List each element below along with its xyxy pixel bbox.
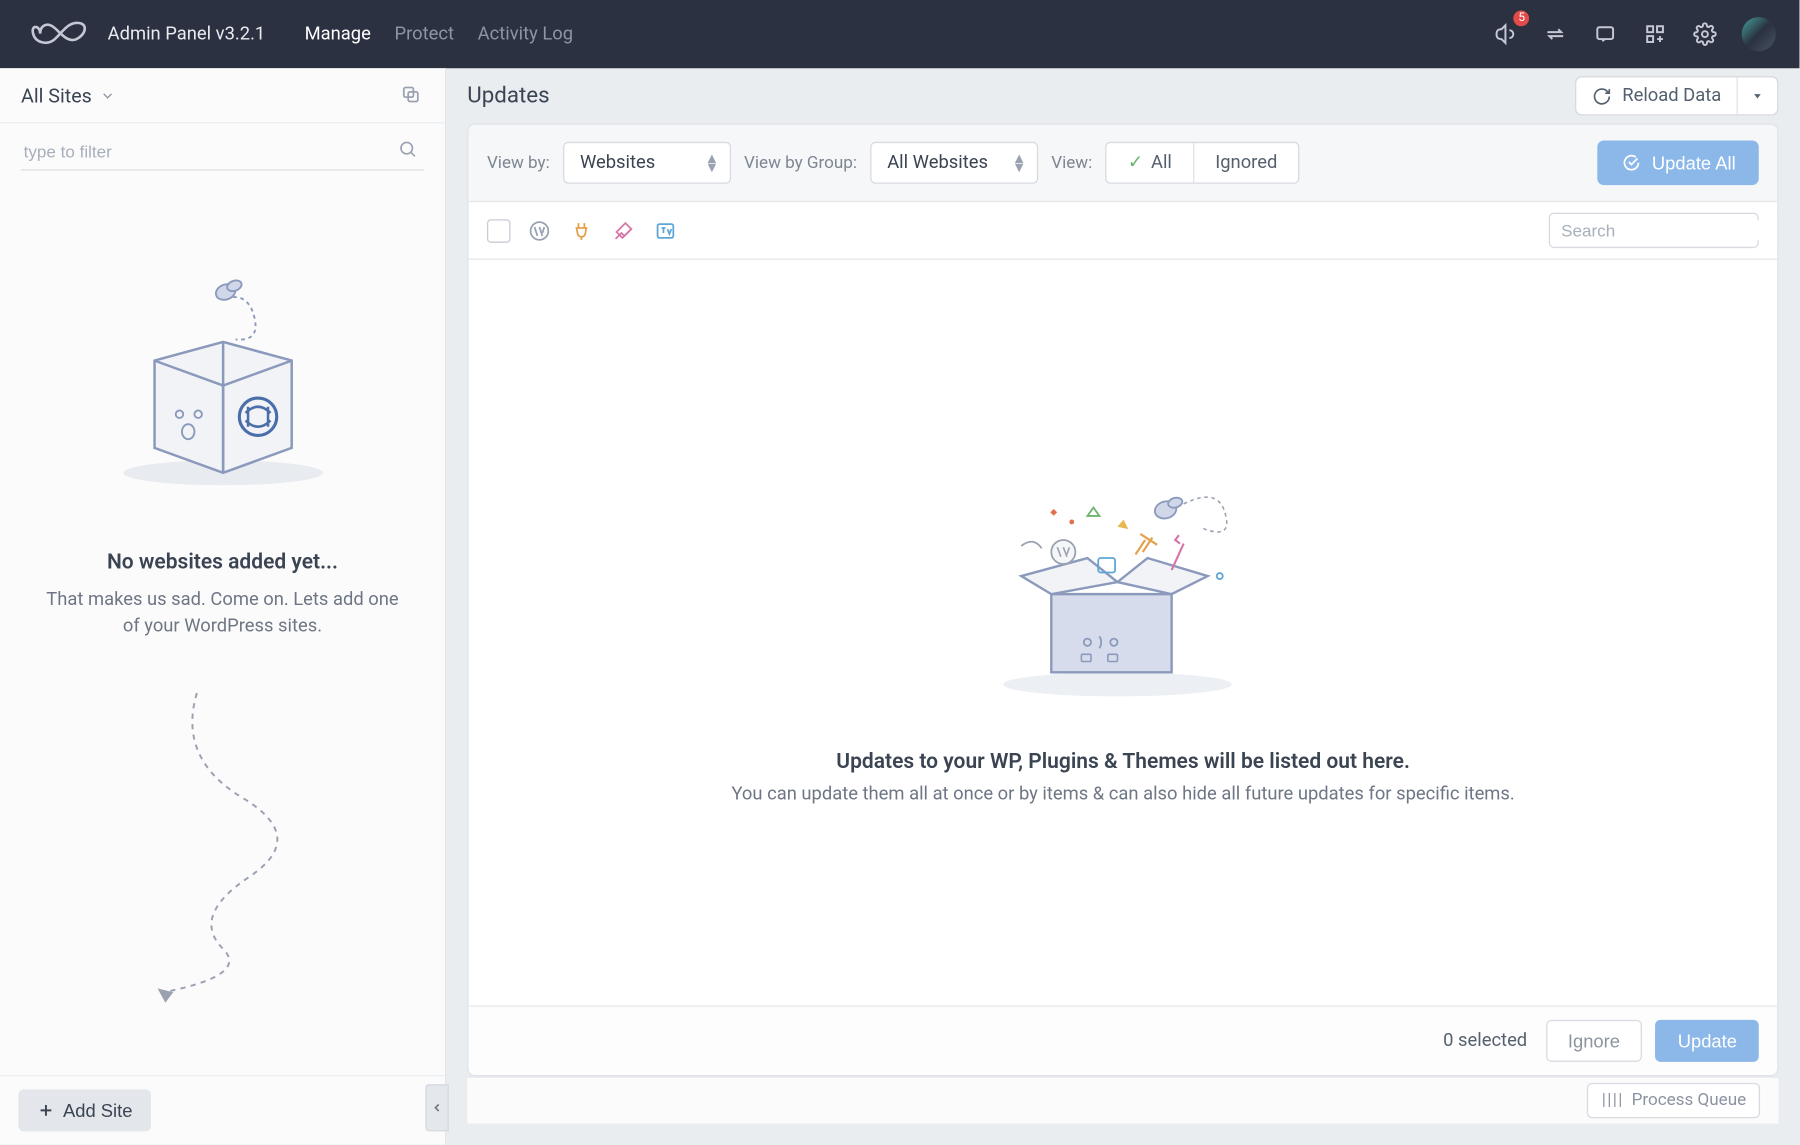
sort-icon: ▲▼: [705, 154, 719, 172]
search-input[interactable]: [1561, 221, 1779, 241]
page-title: Updates: [467, 83, 549, 109]
barcode-icon: ||||: [1602, 1091, 1624, 1111]
copy-icon[interactable]: [400, 83, 424, 107]
reload-group: Reload Data: [1575, 76, 1779, 115]
selected-count: 0 selected: [1443, 1031, 1527, 1052]
view-by-label: View by:: [487, 153, 550, 173]
view-by-select[interactable]: Websites ▲▼: [563, 142, 731, 184]
content-head: Updates Reload Data: [467, 68, 1779, 123]
add-site-label: Add Site: [63, 1100, 132, 1121]
toolbar: [469, 202, 1778, 260]
theme-icon[interactable]: [610, 217, 636, 243]
plugin-icon[interactable]: [568, 217, 594, 243]
segment-all[interactable]: ✓ All: [1107, 143, 1193, 182]
process-queue-label: Process Queue: [1632, 1091, 1747, 1111]
view-label: View:: [1051, 153, 1092, 173]
search-box: [1549, 213, 1759, 248]
nav-protect[interactable]: Protect: [392, 16, 457, 53]
select-all-checkbox[interactable]: [487, 219, 511, 243]
sidebar-empty-subtitle: That makes us sad. Come on. Lets add one…: [42, 587, 403, 640]
segment-ignored[interactable]: Ignored: [1193, 143, 1298, 182]
empty-state-title: Updates to your WP, Plugins & Themes wil…: [836, 748, 1410, 773]
status-bar: |||| Process Queue: [467, 1077, 1779, 1124]
collapse-sidebar-handle[interactable]: [425, 1085, 449, 1132]
logo-icon: [24, 17, 95, 51]
wordpress-icon[interactable]: [526, 217, 552, 243]
nav-links: Manage Protect Activity Log: [302, 16, 576, 53]
view-by-group-value: All Websites: [887, 152, 988, 173]
view-segment: ✓ All Ignored: [1105, 142, 1299, 184]
dashed-arrow-icon: [117, 679, 327, 1007]
message-icon[interactable]: [1593, 21, 1619, 47]
update-button[interactable]: Update: [1655, 1020, 1759, 1062]
check-icon: ✓: [1128, 152, 1143, 173]
process-queue-button[interactable]: |||| Process Queue: [1587, 1083, 1760, 1118]
segment-all-label: All: [1151, 152, 1172, 173]
megaphone-icon[interactable]: 5: [1493, 21, 1519, 47]
empty-box-illustration: [98, 255, 347, 510]
nav-activity-log[interactable]: Activity Log: [475, 16, 576, 53]
segment-ignored-label: Ignored: [1215, 152, 1277, 173]
grid-icon[interactable]: [1642, 21, 1668, 47]
update-all-label: Update All: [1652, 152, 1736, 173]
sidebar-empty-state: No websites added yet... That makes us s…: [0, 176, 445, 1076]
reload-data-label: Reload Data: [1622, 85, 1721, 106]
translation-icon[interactable]: [652, 217, 678, 243]
open-box-illustration: [979, 461, 1268, 709]
reload-data-button[interactable]: Reload Data: [1576, 77, 1738, 114]
ignore-button[interactable]: Ignore: [1546, 1020, 1643, 1062]
sidebar: All Sites: [0, 68, 446, 1145]
empty-state-subtitle: You can update them all at once or by it…: [731, 784, 1514, 805]
view-by-group-label: View by Group:: [744, 153, 857, 173]
sidebar-empty-title: No websites added yet...: [107, 549, 338, 574]
update-all-button[interactable]: Update All: [1597, 140, 1760, 185]
sort-icon: ▲▼: [1012, 154, 1026, 172]
avatar[interactable]: [1742, 17, 1776, 51]
updates-panel: View by: Websites ▲▼ View by Group: All …: [467, 123, 1779, 1076]
sync-icon[interactable]: [1543, 21, 1569, 47]
sidebar-title-label: All Sites: [21, 83, 92, 107]
sidebar-footer: Add Site: [0, 1075, 445, 1145]
content: Updates Reload Data View by: Websites: [446, 68, 1800, 1145]
topbar-icons: 5: [1493, 17, 1777, 51]
add-site-button[interactable]: Add Site: [18, 1090, 150, 1132]
panel-controls: View by: Websites ▲▼ View by Group: All …: [469, 125, 1778, 202]
view-by-group-select[interactable]: All Websites ▲▼: [870, 142, 1038, 184]
notification-badge: 5: [1514, 11, 1530, 27]
nav-manage[interactable]: Manage: [302, 16, 374, 53]
view-by-value: Websites: [580, 152, 655, 173]
sidebar-head: All Sites: [0, 68, 445, 123]
filter-input[interactable]: [21, 134, 424, 171]
sidebar-title-dropdown[interactable]: All Sites: [21, 83, 115, 107]
panel-footer: 0 selected Ignore Update: [469, 1006, 1778, 1076]
topbar: Admin Panel v3.2.1 Manage Protect Activi…: [0, 0, 1800, 68]
panel-title: Admin Panel v3.2.1: [108, 24, 266, 45]
panel-empty-state: Updates to your WP, Plugins & Themes wil…: [469, 260, 1778, 1006]
search-icon: [398, 139, 419, 160]
reload-caret-button[interactable]: [1738, 77, 1777, 114]
gear-icon[interactable]: [1692, 21, 1718, 47]
